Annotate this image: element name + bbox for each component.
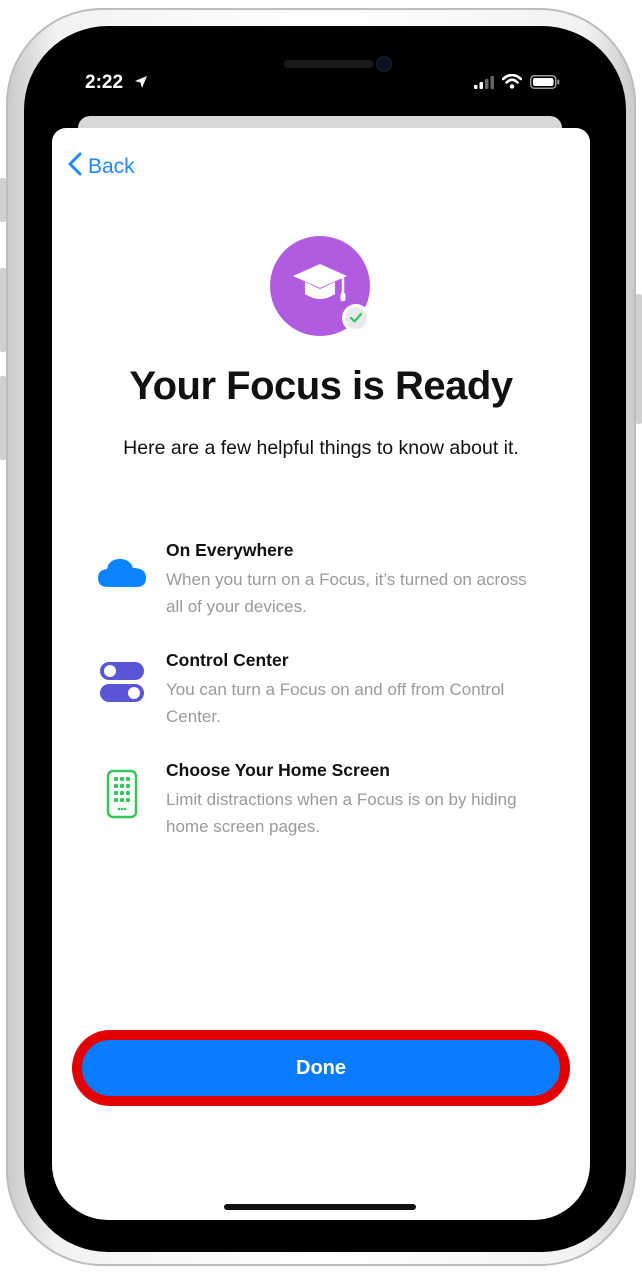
location-arrow-icon bbox=[134, 75, 148, 94]
checkmark-icon bbox=[349, 312, 363, 323]
back-label: Back bbox=[88, 155, 135, 178]
feature-description: Limit distractions when a Focus is on by… bbox=[166, 790, 517, 836]
ready-check-badge bbox=[342, 304, 370, 332]
volume-down-button bbox=[0, 376, 6, 460]
back-button[interactable]: Back bbox=[68, 152, 135, 182]
wifi-icon bbox=[501, 73, 523, 94]
feature-title: Control Center bbox=[166, 650, 289, 670]
page-subtitle: Here are a few helpful things to know ab… bbox=[123, 437, 519, 459]
battery-icon bbox=[530, 74, 560, 94]
feature-title: On Everywhere bbox=[166, 540, 294, 560]
home-screen-phone-icon bbox=[94, 766, 150, 822]
home-indicator[interactable] bbox=[224, 1204, 416, 1210]
feature-description: You can turn a Focus on and off from Con… bbox=[166, 680, 505, 726]
power-button bbox=[636, 294, 642, 424]
feature-home-screen: Choose Your Home Screen Limit distractio… bbox=[94, 760, 554, 840]
volume-up-button bbox=[0, 268, 6, 352]
chevron-left-icon bbox=[68, 152, 82, 182]
feature-description: When you turn on a Focus, it’s turned on… bbox=[166, 570, 527, 616]
toggle-switches-icon bbox=[94, 654, 150, 710]
feature-control-center: Control Center You can turn a Focus on a… bbox=[94, 650, 554, 730]
page-title: Your Focus is Ready bbox=[129, 364, 513, 408]
status-time: 2:22 bbox=[85, 72, 124, 93]
cloud-icon bbox=[94, 544, 150, 600]
earpiece-speaker bbox=[284, 60, 374, 68]
front-camera bbox=[378, 58, 390, 70]
status-icons bbox=[474, 73, 560, 94]
feature-on-everywhere: On Everywhere When you turn on a Focus, … bbox=[94, 540, 554, 620]
mute-switch bbox=[0, 178, 6, 222]
done-button[interactable]: Done bbox=[82, 1040, 560, 1096]
cellular-signal-icon bbox=[474, 75, 494, 94]
feature-title: Choose Your Home Screen bbox=[166, 760, 390, 780]
